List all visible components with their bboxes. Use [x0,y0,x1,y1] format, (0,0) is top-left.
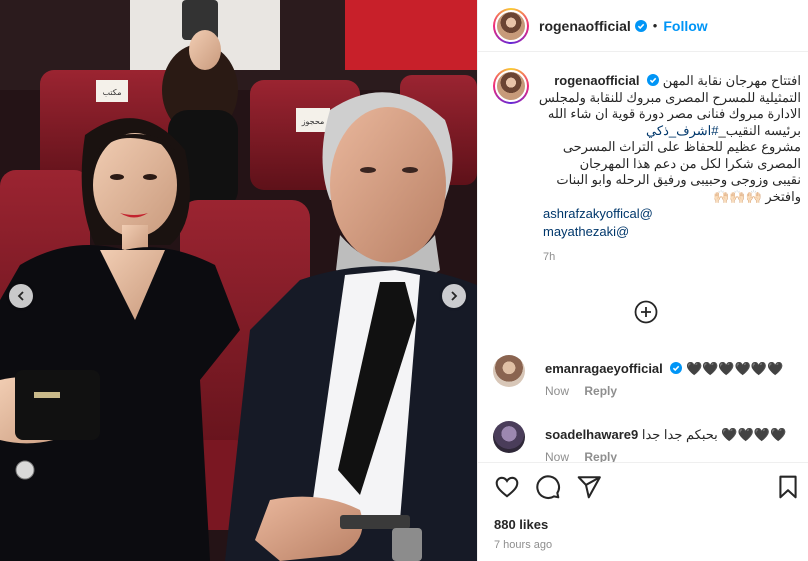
comment-text: بحبكم جدا جدا 🖤🖤🖤🖤 [641,427,787,442]
caption-author-avatar[interactable] [493,68,529,104]
caption-body: افتتاح مهرجان نقابة المهن rogenaofficial… [538,73,801,263]
caption-timestamp: 7h [543,251,556,263]
caption-username[interactable]: rogenaofficial [554,73,639,88]
commenter-avatar[interactable] [493,421,525,453]
verified-badge-icon [647,74,660,86]
next-photo-button[interactable] [442,284,466,308]
caption-line: مشروع عظيم للحفاظ على التراث المسرحى [562,139,801,154]
author-username[interactable]: rogenaofficial [539,18,631,34]
comment-text-line: soadelhaware9 بحبكم جدا جدا 🖤🖤🖤🖤 [545,427,786,443]
chevron-right-icon [451,291,458,301]
hashtag-link[interactable]: #اشرف_ذكي [646,123,718,138]
mention-link[interactable]: mayathezaki@ [543,223,801,241]
comment-time: Now [545,384,570,398]
verified-badge-icon [670,362,683,374]
post-actions-bar: 880 likes 7 hours ago [478,462,808,561]
reply-button[interactable]: Reply [584,384,617,398]
post-timestamp: 7 hours ago [494,539,553,551]
caption-line: المصرى شكرا لكل من دعم هذا المهرجان [579,155,801,171]
seat-label: محجوز [301,117,325,126]
commenter-username[interactable]: soadelhaware9 [545,427,638,442]
previous-photo-button[interactable] [9,284,33,308]
follow-button[interactable]: Follow [663,18,707,34]
verified-badge-icon [634,19,647,32]
post-photo: مكتب محجوز [0,0,477,561]
author-avatar[interactable] [493,7,529,44]
comment-meta: Now Reply [545,384,629,398]
seat-label: مكتب [103,88,122,97]
comment-bubble-icon[interactable] [535,474,561,500]
commenter-username[interactable]: emanragaeyofficial [545,361,663,376]
load-more-comments-icon[interactable] [634,300,658,324]
like-heart-icon[interactable] [494,474,520,500]
comment-text: 🖤🖤🖤🖤🖤🖤 [686,361,784,376]
commenter-avatar[interactable] [493,355,525,387]
chevron-left-icon [17,291,24,301]
caption-text: برئيسه النقيب_ [718,122,801,138]
bookmark-save-icon[interactable] [775,474,801,500]
caption-line: برئيسه النقيب_#اشرف_ذكي [543,123,801,140]
caption-line: الادارة مبروك فنانى مصر دورة قوية ان شاء… [547,106,801,121]
likes-count[interactable]: 880 likes [494,517,548,532]
caption-line: وافتخر 🙌🏻🙌🏻🙌🏻 [713,188,801,204]
comment-text-line: emanragaeyofficial 🖤🖤🖤🖤🖤🖤 [545,361,783,377]
caption-line: افتتاح مهرجان نقابة المهن rogenaofficial [543,73,801,90]
share-send-icon[interactable] [576,474,602,500]
caption-text: افتتاح مهرجان نقابة المهن [662,73,801,88]
post-header: rogenaofficial • Follow [478,0,808,52]
caption-line: التمثيلية للمسرح المصرى مبروك للنقابة ول… [538,89,801,105]
mention-link[interactable]: ashrafzakyoffical@ [543,205,801,223]
post-details-panel: rogenaofficial • Follow افتتاح مهرجان نق… [477,0,808,561]
caption-line: نقيبى وزوجى وحبيبى ورفيق الرحله وابو الب… [556,172,801,187]
photo-illustration: مكتب محجوز [0,0,477,561]
separator-dot: • [652,18,658,33]
